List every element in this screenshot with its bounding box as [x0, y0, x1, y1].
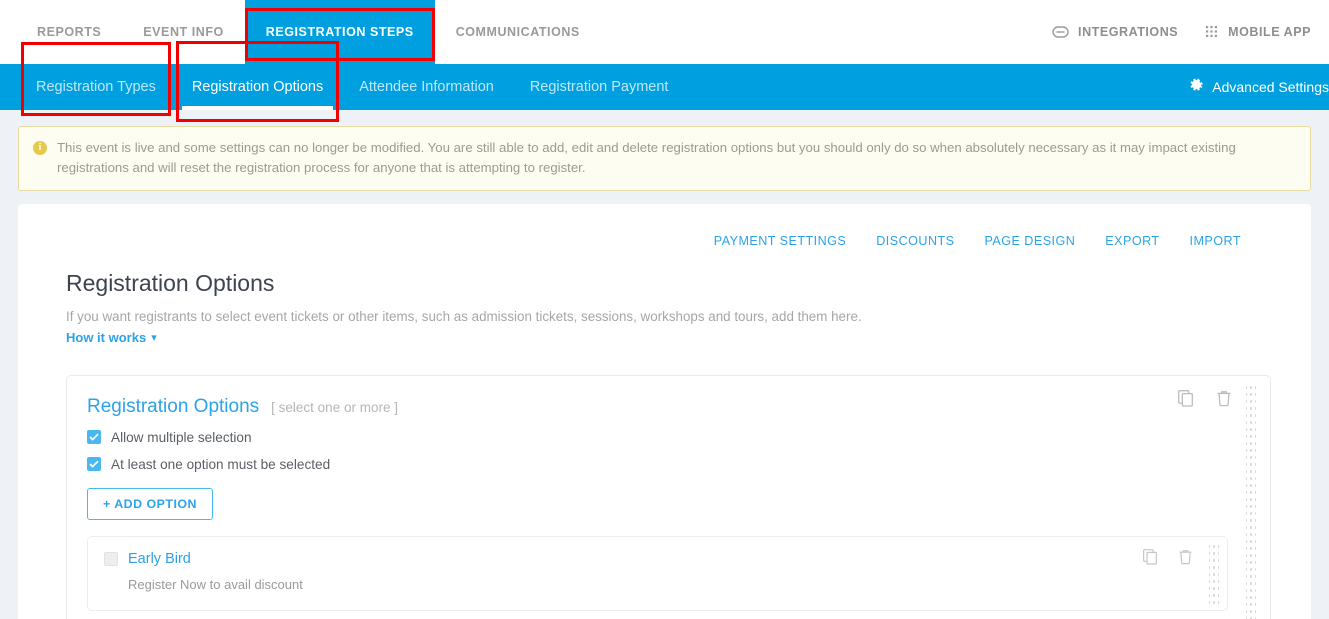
- option-item-early-bird: Early Bird Register Now to avail discoun…: [87, 535, 1228, 611]
- subtab-registration-payment[interactable]: Registration Payment: [512, 64, 687, 110]
- how-it-works-label: How it works: [66, 329, 147, 345]
- nav-integrations[interactable]: INTEGRATIONS: [1038, 25, 1192, 39]
- link-icon: [1052, 26, 1069, 38]
- nav-mobile-app-label: MOBILE APP: [1228, 25, 1311, 39]
- tab-event-info[interactable]: EVENT INFO: [122, 0, 245, 64]
- main-panel: PAYMENT SETTINGS DISCOUNTS PAGE DESIGN E…: [18, 203, 1311, 619]
- checkbox-option-early-bird[interactable]: [104, 551, 118, 566]
- advanced-settings-button[interactable]: Advanced Settings: [1189, 78, 1329, 96]
- how-it-works-toggle[interactable]: How it works ▾: [66, 330, 157, 345]
- page-subtitle: If you want registrants to select event …: [66, 308, 862, 324]
- info-icon: i: [33, 141, 47, 155]
- subtab-attendee-information[interactable]: Attendee Information: [341, 64, 512, 110]
- subtab-registration-options[interactable]: Registration Options: [174, 41, 341, 122]
- subtab-registration-options-label: Registration Options: [191, 79, 324, 95]
- checkbox-row-at-least-one[interactable]: At least one option must be selected: [67, 457, 1270, 472]
- primary-nav-items: REPORTS EVENT INFO REGISTRATION STEPS CO…: [0, 0, 601, 64]
- nav-integrations-label: INTEGRATIONS: [1078, 25, 1179, 39]
- checkbox-at-least-one-label: At least one option must be selected: [111, 456, 331, 472]
- registration-option-group-card: Registration Options [ select one or mor…: [66, 374, 1271, 619]
- tab-communications[interactable]: COMMUNICATIONS: [435, 0, 601, 64]
- link-import[interactable]: IMPORT: [1190, 234, 1241, 248]
- checkbox-allow-multiple-label: Allow multiple selection: [111, 429, 252, 445]
- option-description: Register Now to avail discount: [128, 576, 303, 592]
- panel-action-links: PAYMENT SETTINGS DISCOUNTS PAGE DESIGN E…: [48, 224, 1281, 248]
- trash-icon[interactable]: [1216, 390, 1232, 412]
- copy-icon[interactable]: [1178, 389, 1194, 412]
- option-drag-handle[interactable]: [1209, 542, 1219, 604]
- live-event-alert: i This event is live and some settings c…: [18, 126, 1311, 191]
- option-tools: [1143, 548, 1193, 570]
- primary-navbar: REPORTS EVENT INFO REGISTRATION STEPS CO…: [0, 0, 1329, 64]
- link-discounts[interactable]: DISCOUNTS: [876, 234, 954, 248]
- subtab-registration-payment-label: Registration Payment: [529, 79, 669, 95]
- subtab-attendee-information-label: Attendee Information: [359, 79, 494, 95]
- link-payment-settings[interactable]: PAYMENT SETTINGS: [714, 234, 846, 248]
- gear-icon: [1189, 78, 1204, 96]
- tab-registration-steps-label: REGISTRATION STEPS: [265, 25, 414, 39]
- chevron-down-icon: ▾: [151, 331, 157, 344]
- tab-reports[interactable]: REPORTS: [16, 0, 122, 64]
- nav-mobile-app[interactable]: MOBILE APP: [1192, 25, 1325, 39]
- tab-communications-label: COMMUNICATIONS: [455, 25, 580, 39]
- secondary-navbar: Registration Types Registration Options …: [0, 41, 1329, 122]
- checkbox-at-least-one[interactable]: [87, 457, 101, 472]
- primary-nav-right: INTEGRATIONS MOBILE APP: [1038, 0, 1329, 64]
- live-event-alert-text: This event is live and some settings can…: [57, 140, 1236, 176]
- link-export[interactable]: EXPORT: [1105, 234, 1159, 248]
- checkbox-row-allow-multiple[interactable]: Allow multiple selection: [67, 430, 1270, 445]
- option-header: Early Bird: [104, 551, 1211, 567]
- subtab-registration-types-label: Registration Types: [36, 79, 156, 95]
- checkbox-allow-multiple[interactable]: [87, 430, 101, 445]
- add-option-button[interactable]: + ADD OPTION: [87, 487, 214, 520]
- page-title: Registration Options: [66, 269, 275, 296]
- group-tools: [1178, 389, 1232, 412]
- app-root: REPORTS EVENT INFO REGISTRATION STEPS CO…: [0, 0, 1329, 619]
- group-drag-handle[interactable]: [1246, 383, 1256, 619]
- group-header: Registration Options [ select one or mor…: [67, 396, 1270, 418]
- option-title[interactable]: Early Bird: [128, 551, 191, 567]
- tab-event-info-label: EVENT INFO: [143, 25, 224, 39]
- grid-icon: [1206, 25, 1219, 39]
- tab-reports-label: REPORTS: [37, 25, 102, 39]
- trash-icon[interactable]: [1178, 549, 1193, 570]
- copy-icon[interactable]: [1143, 548, 1158, 570]
- group-title[interactable]: Registration Options: [87, 396, 259, 418]
- subtab-registration-types[interactable]: Registration Types: [18, 42, 174, 116]
- group-selection-hint: [ select one or more ]: [271, 399, 398, 415]
- tab-registration-steps[interactable]: REGISTRATION STEPS: [244, 0, 435, 64]
- advanced-settings-label: Advanced Settings: [1212, 79, 1329, 95]
- link-page-design[interactable]: PAGE DESIGN: [984, 234, 1075, 248]
